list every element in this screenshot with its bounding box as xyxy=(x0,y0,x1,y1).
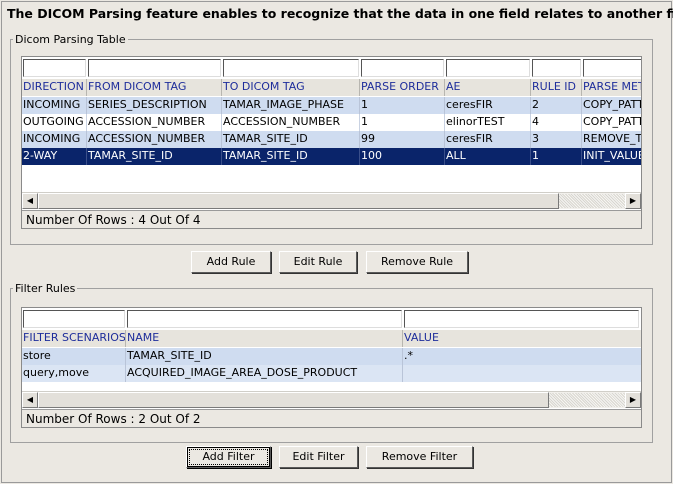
filter-scenarios-input[interactable] xyxy=(23,310,125,328)
filter-rules-legend: Filter Rules xyxy=(15,282,76,295)
filter-header-row: FILTER SCENARIOS NAME VALUE xyxy=(22,330,641,347)
parsing-header-row: DIRECTION FROM DICOM TAG TO DICOM TAG PA… xyxy=(22,79,641,96)
col-name[interactable]: NAME xyxy=(126,330,403,347)
dicom-parsing-group: Dicom Parsing Table DIRECTION FROM DICOM… xyxy=(10,33,653,245)
filter-rule-id-input[interactable] xyxy=(532,59,581,77)
cell-from-tag: TAMAR_SITE_ID xyxy=(87,148,222,165)
filter-rules-group: Filter Rules FILTER SCENARIOS NAME VALUE… xyxy=(10,282,653,443)
col-filter-scenarios[interactable]: FILTER SCENARIOS xyxy=(22,330,126,347)
cell-parse-method: REMOVE_TRAILING xyxy=(582,131,641,148)
cell-parse-method: COPY_PATTERN xyxy=(582,97,641,114)
cell-name: TAMAR_SITE_ID xyxy=(126,348,403,365)
filter-value-input[interactable] xyxy=(404,310,639,328)
cell-direction: INCOMING xyxy=(22,131,87,148)
cell-value: .* xyxy=(403,348,641,365)
cell-from-tag: ACCESSION_NUMBER xyxy=(87,114,222,131)
table-row[interactable]: query,move ACQUIRED_IMAGE_AREA_DOSE_PROD… xyxy=(22,365,641,382)
col-from-dicom-tag[interactable]: FROM DICOM TAG xyxy=(87,79,222,96)
cell-ae: ceresFIR xyxy=(445,97,531,114)
add-rule-button[interactable]: Add Rule xyxy=(191,251,271,273)
filter-from-tag-input[interactable] xyxy=(88,59,221,77)
col-to-dicom-tag[interactable]: TO DICOM TAG xyxy=(222,79,360,96)
cell-direction: INCOMING xyxy=(22,97,87,114)
cell-parse-order: 1 xyxy=(360,97,445,114)
add-filter-button[interactable]: Add Filter xyxy=(186,446,271,468)
dicom-parsing-legend: Dicom Parsing Table xyxy=(15,33,126,46)
scrollbar-thumb[interactable] xyxy=(38,392,549,408)
cell-ae: ceresFIR xyxy=(445,131,531,148)
cell-direction: 2-WAY xyxy=(22,148,87,165)
table-row-selected[interactable]: 2-WAY TAMAR_SITE_ID TAMAR_SITE_ID 100 AL… xyxy=(22,148,641,165)
cell-to-tag: TAMAR_SITE_ID xyxy=(222,148,360,165)
col-rule-id[interactable]: RULE ID xyxy=(531,79,582,96)
cell-parse-method: INIT_VALUE xyxy=(582,148,641,165)
col-value[interactable]: VALUE xyxy=(403,330,641,347)
parsing-filter-row xyxy=(22,57,641,79)
parsing-horizontal-scrollbar[interactable]: ◀ ▶ xyxy=(22,192,641,209)
filter-row-count: Number Of Rows : 2 Out Of 2 xyxy=(22,409,641,427)
cell-to-tag: ACCESSION_NUMBER xyxy=(222,114,360,131)
edit-filter-button[interactable]: Edit Filter xyxy=(279,446,358,468)
cell-name: ACQUIRED_IMAGE_AREA_DOSE_PRODUCT xyxy=(126,365,403,382)
filter-to-tag-input[interactable] xyxy=(223,59,359,77)
scrollbar-thumb[interactable] xyxy=(38,193,559,209)
parsing-table: DIRECTION FROM DICOM TAG TO DICOM TAG PA… xyxy=(21,56,642,229)
remove-filter-button[interactable]: Remove Filter xyxy=(366,446,473,468)
cell-parse-order: 99 xyxy=(360,131,445,148)
cell-rule-id: 1 xyxy=(531,148,582,165)
table-row[interactable]: store TAMAR_SITE_ID .* xyxy=(22,348,641,365)
scrollbar-track[interactable] xyxy=(549,393,625,407)
filter-direction-input[interactable] xyxy=(23,59,86,77)
filter-table: FILTER SCENARIOS NAME VALUE store TAMAR_… xyxy=(21,307,642,428)
filter-filter-row xyxy=(22,308,641,330)
filter-parse-order-input[interactable] xyxy=(361,59,444,77)
page-description: The DICOM Parsing feature enables to rec… xyxy=(7,6,673,21)
cell-ae: ALL xyxy=(445,148,531,165)
filter-ae-input[interactable] xyxy=(446,59,530,77)
cell-to-tag: TAMAR_IMAGE_PHASE xyxy=(222,97,360,114)
cell-filter-scenario: store xyxy=(22,348,126,365)
cell-parse-order: 100 xyxy=(360,148,445,165)
filter-name-input[interactable] xyxy=(127,310,402,328)
parsing-row-count: Number Of Rows : 4 Out Of 4 xyxy=(22,210,641,228)
scroll-left-icon[interactable]: ◀ xyxy=(22,392,38,408)
table-row[interactable]: INCOMING SERIES_DESCRIPTION TAMAR_IMAGE_… xyxy=(22,97,641,114)
cell-parse-order: 1 xyxy=(360,114,445,131)
cell-to-tag: TAMAR_SITE_ID xyxy=(222,131,360,148)
scroll-right-icon[interactable]: ▶ xyxy=(625,193,641,209)
cell-from-tag: SERIES_DESCRIPTION xyxy=(87,97,222,114)
edit-rule-button[interactable]: Edit Rule xyxy=(279,251,357,273)
scrollbar-track[interactable] xyxy=(559,194,625,208)
cell-rule-id: 2 xyxy=(531,97,582,114)
scroll-left-icon[interactable]: ◀ xyxy=(22,193,38,209)
cell-rule-id: 3 xyxy=(531,131,582,148)
remove-rule-button[interactable]: Remove Rule xyxy=(366,251,468,273)
col-parse-order[interactable]: PARSE ORDER xyxy=(360,79,445,96)
col-ae[interactable]: AE xyxy=(445,79,531,96)
cell-value xyxy=(403,365,641,382)
cell-direction: OUTGOING xyxy=(22,114,87,131)
cell-filter-scenario: query,move xyxy=(22,365,126,382)
cell-ae: elinorTEST xyxy=(445,114,531,131)
cell-rule-id: 4 xyxy=(531,114,582,131)
scroll-right-icon[interactable]: ▶ xyxy=(625,392,641,408)
filter-parse-method-input[interactable] xyxy=(583,59,641,77)
col-parse-method[interactable]: PARSE METHOD xyxy=(582,79,641,96)
filter-horizontal-scrollbar[interactable]: ◀ ▶ xyxy=(22,391,641,408)
cell-from-tag: ACCESSION_NUMBER xyxy=(87,131,222,148)
table-row[interactable]: INCOMING ACCESSION_NUMBER TAMAR_SITE_ID … xyxy=(22,131,641,148)
table-row[interactable]: OUTGOING ACCESSION_NUMBER ACCESSION_NUMB… xyxy=(22,114,641,131)
cell-parse-method: COPY_PATTERN xyxy=(582,114,641,131)
col-direction[interactable]: DIRECTION xyxy=(22,79,87,96)
